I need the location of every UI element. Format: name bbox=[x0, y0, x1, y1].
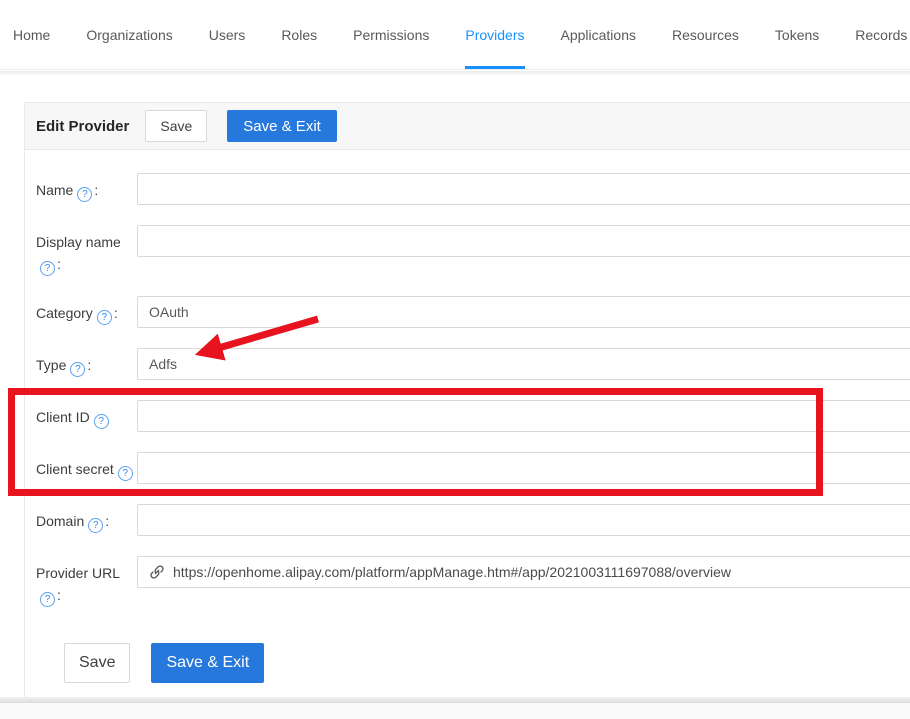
category-label: Category?: bbox=[36, 296, 137, 328]
edit-provider-card: Edit Provider Save Save & Exit Name?: Di… bbox=[24, 102, 910, 703]
category-label-text: Category bbox=[36, 305, 93, 321]
link-icon bbox=[149, 564, 165, 580]
nav-bottom-shadow bbox=[0, 71, 910, 75]
category-select[interactable]: OAuth bbox=[137, 296, 910, 328]
help-icon[interactable]: ? bbox=[40, 592, 55, 607]
page-title: Edit Provider bbox=[36, 118, 129, 135]
client-id-label: Client ID? bbox=[36, 400, 137, 432]
nav-item-permissions[interactable]: Permissions bbox=[335, 0, 447, 69]
display-name-label: Display name?: bbox=[36, 225, 137, 276]
form-row-category: Category?: OAuth bbox=[36, 296, 910, 328]
provider-url-label-text: Provider URL bbox=[36, 565, 120, 581]
name-label: Name?: bbox=[36, 173, 137, 205]
client-secret-label: Client secret? bbox=[36, 452, 137, 484]
client-secret-label-text: Client secret bbox=[36, 461, 114, 477]
category-selected-value: OAuth bbox=[149, 304, 189, 320]
client-id-input[interactable] bbox=[137, 400, 910, 432]
domain-input[interactable] bbox=[137, 504, 910, 536]
nav-item-home[interactable]: Home bbox=[0, 0, 68, 69]
form-row-client-secret: Client secret? bbox=[36, 452, 910, 484]
help-icon[interactable]: ? bbox=[94, 414, 109, 429]
name-input[interactable] bbox=[137, 173, 910, 205]
save-and-exit-button-bottom[interactable]: Save & Exit bbox=[151, 643, 264, 683]
type-select[interactable]: Adfs bbox=[137, 348, 910, 380]
save-button-bottom[interactable]: Save bbox=[64, 643, 130, 683]
nav-item-records[interactable]: Records bbox=[837, 0, 910, 69]
help-icon[interactable]: ? bbox=[40, 261, 55, 276]
domain-label: Domain?: bbox=[36, 504, 137, 536]
top-nav: Home Organizations Users Roles Permissio… bbox=[0, 0, 910, 70]
form-row-display-name: Display name?: bbox=[36, 225, 910, 276]
form-row-client-id: Client ID? bbox=[36, 400, 910, 432]
form-row-provider-url: Provider URL?: https://openhome.alipay.c… bbox=[36, 556, 910, 607]
provider-url-input[interactable]: https://openhome.alipay.com/platform/app… bbox=[137, 556, 910, 588]
form-row-type: Type?: Adfs bbox=[36, 348, 910, 380]
nav-item-organizations[interactable]: Organizations bbox=[68, 0, 190, 69]
save-and-exit-button-top[interactable]: Save & Exit bbox=[227, 110, 337, 142]
type-label: Type?: bbox=[36, 348, 137, 380]
page-bottom-area bbox=[0, 703, 910, 719]
type-selected-value: Adfs bbox=[149, 356, 177, 372]
help-icon[interactable]: ? bbox=[97, 310, 112, 325]
display-name-label-text: Display name bbox=[36, 234, 121, 250]
nav-item-providers[interactable]: Providers bbox=[447, 0, 542, 69]
form-row-domain: Domain?: bbox=[36, 504, 910, 536]
client-id-label-text: Client ID bbox=[36, 409, 90, 425]
help-icon[interactable]: ? bbox=[118, 466, 133, 481]
domain-label-colon: : bbox=[105, 513, 109, 529]
domain-label-text: Domain bbox=[36, 513, 84, 529]
nav-item-users[interactable]: Users bbox=[191, 0, 264, 69]
nav-item-roles[interactable]: Roles bbox=[263, 0, 335, 69]
nav-item-resources[interactable]: Resources bbox=[654, 0, 757, 69]
help-icon[interactable]: ? bbox=[70, 362, 85, 377]
provider-url-value: https://openhome.alipay.com/platform/app… bbox=[173, 564, 731, 580]
display-name-input[interactable] bbox=[137, 225, 910, 257]
type-label-colon: : bbox=[87, 357, 91, 373]
footer-actions: Save Save & Exit bbox=[64, 643, 910, 683]
provider-url-label-colon: : bbox=[57, 587, 61, 603]
save-button-top[interactable]: Save bbox=[145, 110, 207, 142]
display-name-label-colon: : bbox=[57, 256, 61, 272]
form-row-name: Name?: bbox=[36, 173, 910, 205]
type-label-text: Type bbox=[36, 357, 66, 373]
name-label-colon: : bbox=[94, 182, 98, 198]
provider-url-label: Provider URL?: bbox=[36, 556, 137, 607]
edit-provider-form: Name?: Display name?: Category?: OAuth bbox=[25, 150, 910, 683]
help-icon[interactable]: ? bbox=[88, 518, 103, 533]
category-label-colon: : bbox=[114, 305, 118, 321]
name-label-text: Name bbox=[36, 182, 73, 198]
nav-item-tokens[interactable]: Tokens bbox=[757, 0, 837, 69]
help-icon[interactable]: ? bbox=[77, 187, 92, 202]
nav-item-applications[interactable]: Applications bbox=[543, 0, 655, 69]
client-secret-input[interactable] bbox=[137, 452, 910, 484]
card-header: Edit Provider Save Save & Exit bbox=[25, 103, 910, 150]
